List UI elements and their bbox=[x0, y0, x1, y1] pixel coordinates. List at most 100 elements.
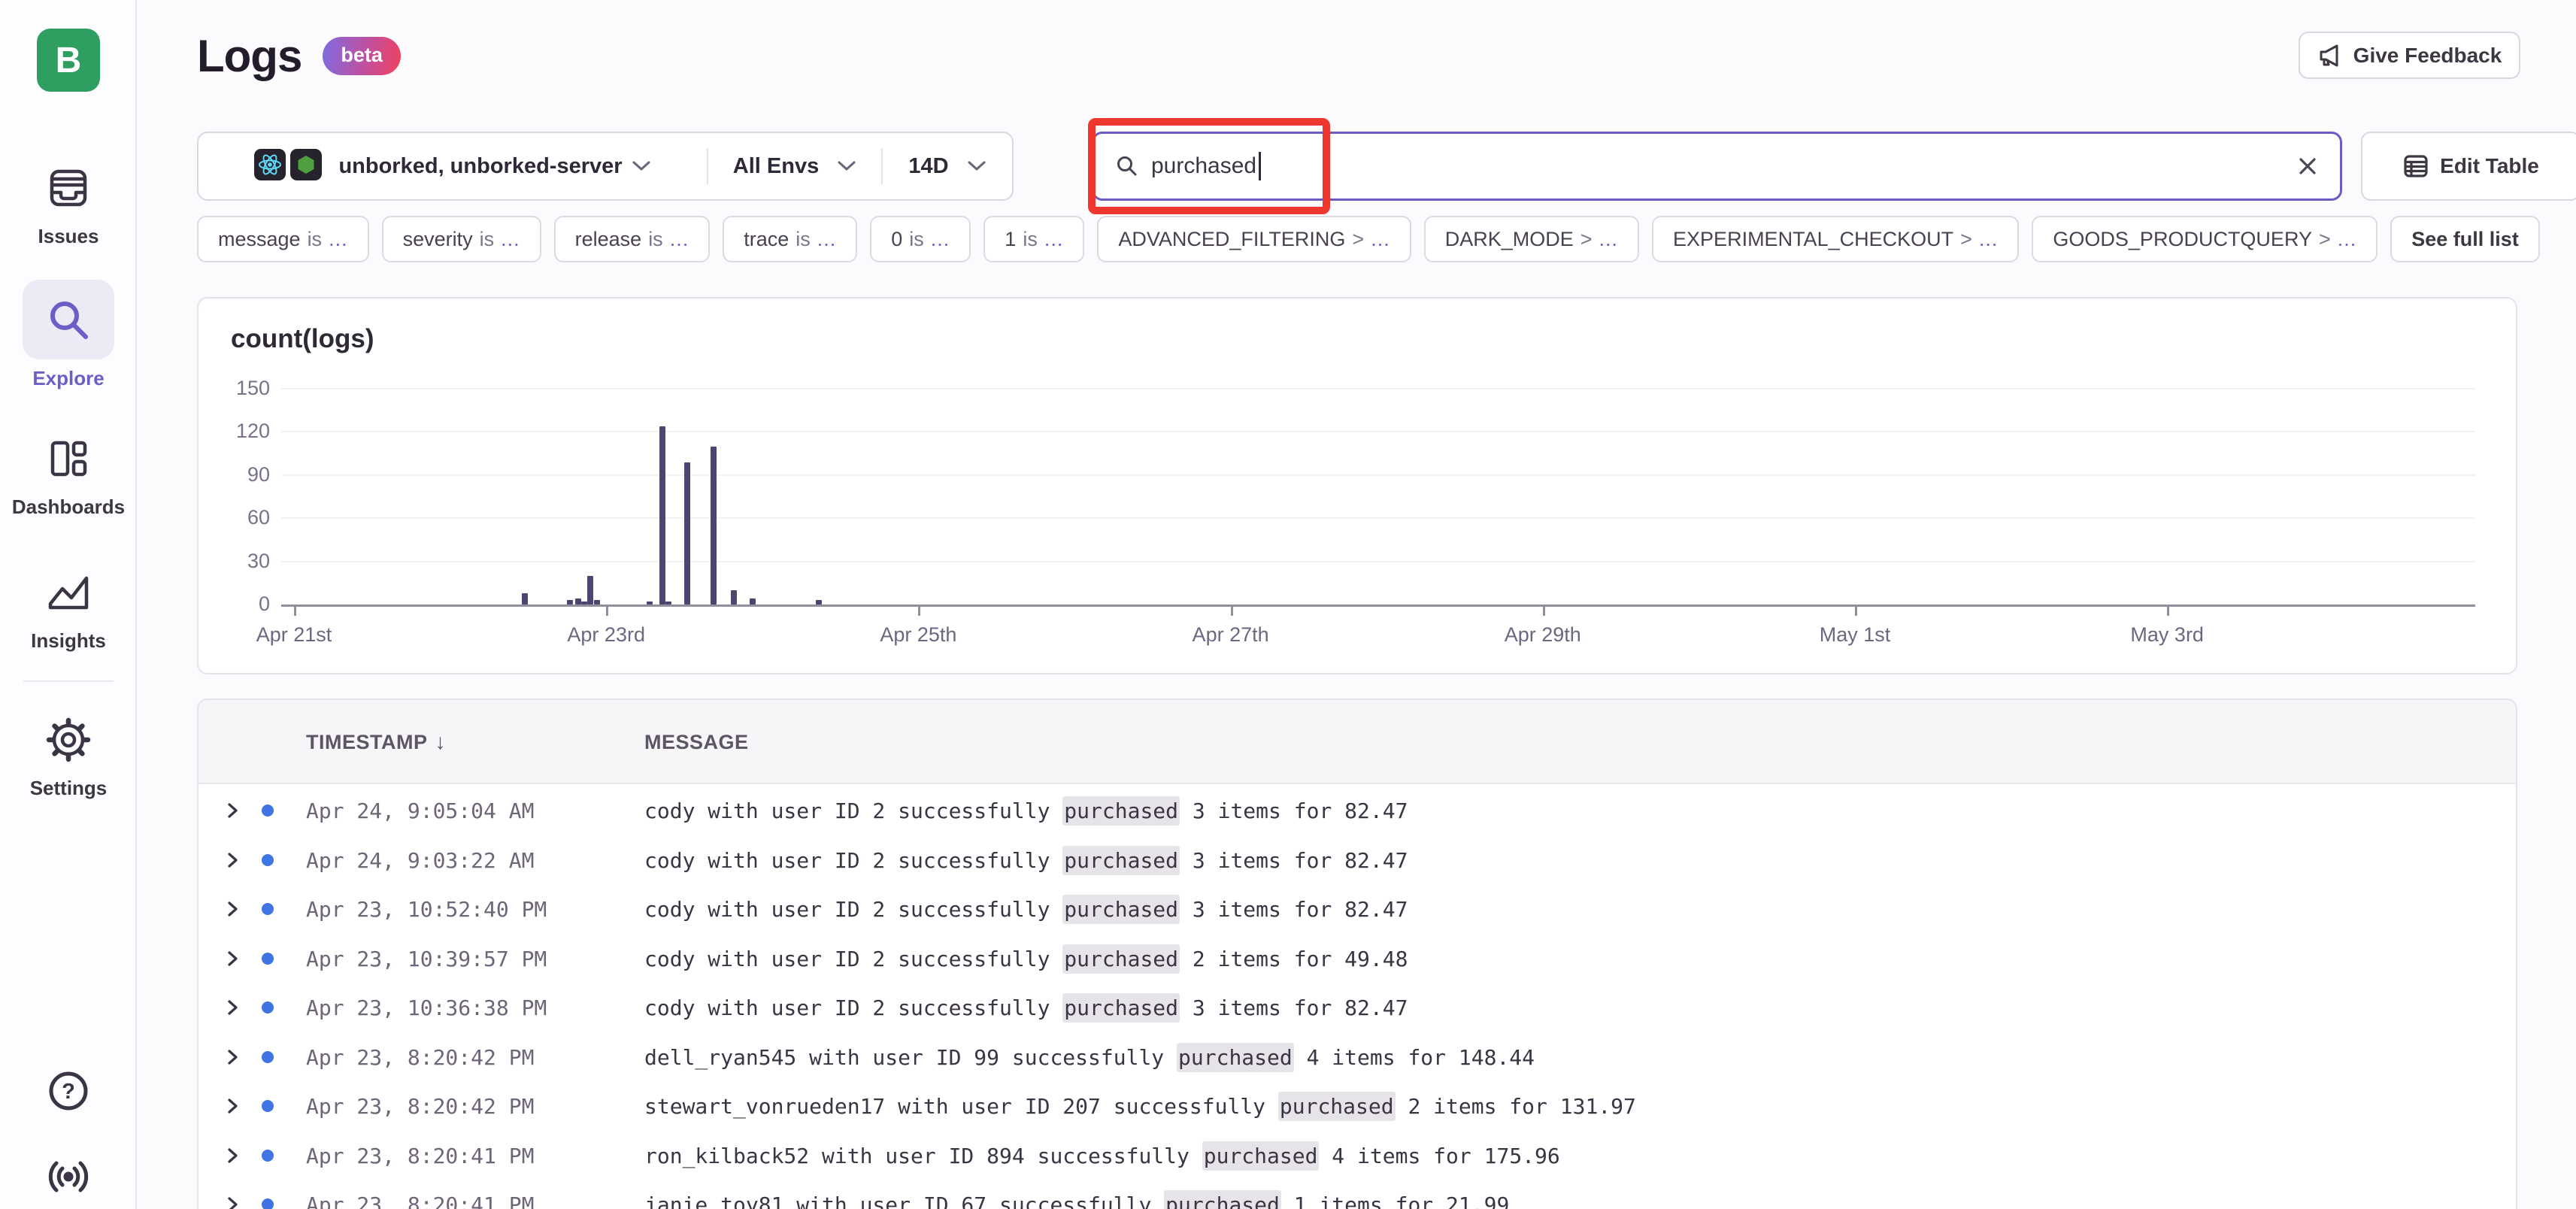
search-input-value: purchased bbox=[1151, 153, 1256, 179]
chart-bar[interactable] bbox=[567, 600, 573, 604]
expand-row-icon[interactable] bbox=[227, 802, 239, 819]
filter-chip[interactable]: 0is... bbox=[870, 216, 971, 262]
chart-bar[interactable] bbox=[816, 600, 822, 604]
x-axis-tick-label: Apr 27th bbox=[1193, 623, 1269, 647]
log-row[interactable]: Apr 23, 10:36:38 PMcody with user ID 2 s… bbox=[199, 983, 2516, 1032]
chart-bar[interactable] bbox=[665, 601, 671, 604]
log-row[interactable]: Apr 24, 9:03:22 AMcody with user ID 2 su… bbox=[199, 835, 2516, 885]
search-icon bbox=[1115, 154, 1139, 178]
react-icon bbox=[254, 149, 286, 184]
column-header-timestamp[interactable]: TIMESTAMP ↓ bbox=[306, 700, 446, 784]
gridline bbox=[281, 388, 2475, 389]
table-header: TIMESTAMP ↓ MESSAGE bbox=[199, 700, 2516, 784]
severity-dot bbox=[262, 854, 274, 866]
active-item-background bbox=[23, 280, 114, 359]
project-selector[interactable]: unborked, unborked-server bbox=[199, 133, 707, 199]
x-axis-tick-label: Apr 29th bbox=[1505, 623, 1581, 647]
svg-text:?: ? bbox=[62, 1080, 75, 1104]
filter-bar: unborked, unborked-server All Envs 14D p… bbox=[197, 132, 2520, 201]
log-timestamp: Apr 23, 8:20:42 PM bbox=[306, 1045, 534, 1070]
chart-bar[interactable] bbox=[522, 593, 528, 604]
filter-chip[interactable]: traceis... bbox=[723, 216, 857, 262]
severity-dot bbox=[262, 1150, 274, 1162]
filter-chip[interactable]: EXPERIMENTAL_CHECKOUT>... bbox=[1652, 216, 2019, 262]
filter-chip[interactable]: messageis... bbox=[197, 216, 369, 262]
filter-chip[interactable]: releaseis... bbox=[554, 216, 711, 262]
severity-dot bbox=[262, 953, 274, 965]
log-row[interactable]: Apr 23, 8:20:42 PMdell_ryan545 with user… bbox=[199, 1032, 2516, 1082]
sidebar-item-label: Settings bbox=[0, 777, 137, 800]
expand-row-icon[interactable] bbox=[227, 999, 239, 1016]
chart-bar[interactable] bbox=[659, 426, 665, 604]
clear-search-button[interactable] bbox=[2296, 155, 2319, 177]
x-axis-tick-mark bbox=[2167, 604, 2169, 616]
severity-dot bbox=[262, 1001, 274, 1014]
project-selector-label: unborked, unborked-server bbox=[338, 154, 622, 179]
main-content: Logs beta Give Feedback unborked, unbork… bbox=[137, 0, 2576, 1209]
log-timestamp: Apr 23, 10:39:57 PM bbox=[306, 947, 547, 971]
expand-row-icon[interactable] bbox=[227, 950, 239, 967]
broadcast-icon bbox=[44, 1158, 93, 1195]
chart-bar[interactable] bbox=[647, 601, 653, 604]
log-search-input[interactable]: purchased bbox=[1092, 132, 2342, 201]
chart-bar[interactable] bbox=[587, 576, 593, 604]
log-row[interactable]: Apr 23, 10:52:40 PM cody with user ID 2 s… bbox=[199, 884, 2516, 934]
expand-row-icon[interactable] bbox=[227, 1049, 239, 1065]
log-timestamp: Apr 23, 10:36:38 PM bbox=[306, 995, 547, 1020]
search-match-highlight: purchased bbox=[1202, 1141, 1320, 1171]
severity-dot bbox=[262, 1198, 274, 1209]
filter-chip[interactable]: severityis... bbox=[382, 216, 541, 262]
expand-row-icon[interactable] bbox=[227, 1147, 239, 1164]
log-timestamp: Apr 23, 10:52:40 PM bbox=[306, 897, 547, 922]
chart-bar[interactable] bbox=[594, 600, 600, 604]
filter-chip[interactable]: 1is... bbox=[983, 216, 1084, 262]
log-row[interactable]: Apr 23, 10:39:57 PMcody with user ID 2 s… bbox=[199, 934, 2516, 983]
x-axis-tick-label: May 1st bbox=[1820, 623, 1891, 647]
filter-key-chips: messageis... severityis... releaseis... tra… bbox=[197, 216, 2576, 264]
log-row[interactable]: Apr 23, 8:20:41 PMron_kilback52 with use… bbox=[199, 1131, 2516, 1180]
x-axis-tick-label: Apr 23rd bbox=[567, 623, 645, 647]
expand-row-icon[interactable] bbox=[227, 1196, 239, 1209]
give-feedback-button[interactable]: Give Feedback bbox=[2299, 32, 2520, 79]
chart-bar[interactable] bbox=[581, 601, 587, 604]
expand-row-icon[interactable] bbox=[227, 901, 239, 917]
text-caret bbox=[1259, 152, 1261, 180]
x-axis-tick-mark bbox=[1543, 604, 1545, 616]
gridline bbox=[281, 474, 2475, 476]
severity-dot bbox=[262, 804, 274, 817]
sidebar-item-dashboards[interactable]: Dashboards bbox=[0, 435, 137, 519]
chart-bar[interactable] bbox=[711, 447, 717, 604]
org-logo[interactable]: B bbox=[37, 29, 100, 92]
chart-bar[interactable] bbox=[750, 598, 756, 604]
filter-chip[interactable]: DARK_MODE>... bbox=[1424, 216, 1639, 262]
chart-bar[interactable] bbox=[684, 462, 690, 604]
log-timestamp: Apr 24, 9:05:04 AM bbox=[306, 798, 534, 823]
sidebar-item-insights[interactable]: Insights bbox=[0, 568, 137, 653]
expand-row-icon[interactable] bbox=[227, 1098, 239, 1114]
environment-selector[interactable]: All Envs bbox=[708, 133, 881, 199]
sidebar-whats-new-button[interactable] bbox=[0, 1158, 137, 1199]
edit-table-button[interactable]: Edit Table bbox=[2361, 132, 2576, 201]
edit-table-label: Edit Table bbox=[2440, 154, 2539, 178]
filter-chip[interactable]: GOODS_PRODUCTQUERY>... bbox=[2032, 216, 2377, 262]
log-message: cody with user ID 2 successfully purchas… bbox=[644, 897, 1408, 922]
log-row[interactable]: Apr 24, 9:05:04 AMcody with user ID 2 su… bbox=[199, 786, 2516, 835]
chart-bar[interactable] bbox=[731, 590, 737, 604]
filter-chip[interactable]: ADVANCED_FILTERING>... bbox=[1097, 216, 1411, 262]
see-full-list-button[interactable]: See full list bbox=[2390, 216, 2540, 262]
chevron-down-icon bbox=[837, 160, 856, 172]
search-match-highlight: purchased bbox=[1062, 846, 1180, 875]
log-row[interactable]: Apr 23, 8:20:41 PMjanie_toy81 with user … bbox=[199, 1180, 2516, 1209]
sidebar-item-settings[interactable]: Settings bbox=[0, 716, 137, 800]
sidebar-item-explore[interactable]: Explore bbox=[0, 280, 137, 390]
x-axis-tick-label: May 3rd bbox=[2130, 623, 2204, 647]
chart-bar[interactable] bbox=[575, 598, 581, 604]
expand-row-icon[interactable] bbox=[227, 852, 239, 868]
severity-dot bbox=[262, 1100, 274, 1112]
log-row[interactable]: Apr 23, 8:20:42 PMstewart_vonrueden17 wi… bbox=[199, 1081, 2516, 1131]
date-range-selector[interactable]: 14D bbox=[883, 133, 1012, 199]
sidebar-help-button[interactable]: ? bbox=[0, 1069, 137, 1117]
sidebar-item-issues[interactable]: Issues bbox=[0, 164, 137, 248]
beta-badge: beta bbox=[323, 37, 401, 75]
column-header-message[interactable]: MESSAGE bbox=[644, 700, 749, 784]
